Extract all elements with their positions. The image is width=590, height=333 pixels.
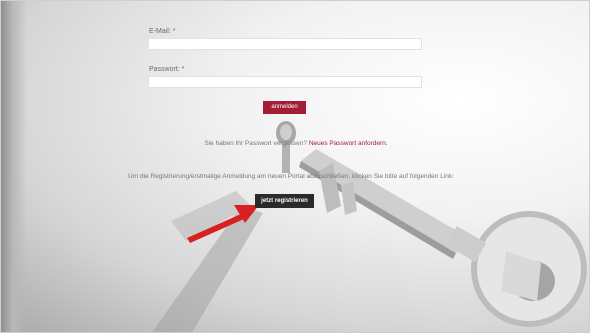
forgot-password-text: Sie haben Ihr Passwort vergessen? (204, 140, 309, 147)
email-field[interactable] (148, 38, 422, 50)
login-page: E-Mail: * Passwort: * anmelden Sie haben… (0, 0, 590, 333)
far-key (276, 121, 296, 173)
reset-password-link[interactable]: Neues Passwort anfordern. (309, 140, 388, 147)
password-label: Passwort: * (149, 66, 185, 73)
registration-instruction: Um die Registrierung/erstmalige Anmeldun… (128, 173, 454, 180)
forgot-password-line: Sie haben Ihr Passwort vergessen? Neues … (151, 140, 441, 147)
password-field[interactable] (148, 76, 422, 88)
register-button[interactable]: jetzt registrieren (255, 194, 314, 208)
email-label: E-Mail: * (149, 28, 176, 35)
login-button[interactable]: anmelden (263, 101, 306, 114)
key-illustration (152, 121, 587, 332)
